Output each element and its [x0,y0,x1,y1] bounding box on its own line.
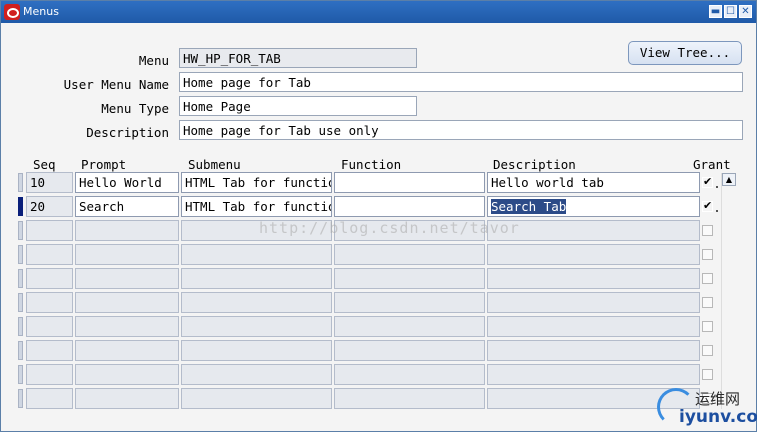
menu-field[interactable]: HW_HP_FOR_TAB [179,48,417,68]
description-label: Description [86,125,169,140]
function-cell[interactable] [334,340,485,361]
prompt-cell[interactable] [75,292,179,313]
grant-checkbox[interactable] [702,321,713,332]
row-indicator[interactable] [18,293,23,312]
prompt-cell[interactable] [75,388,179,409]
grant-checkbox[interactable] [702,345,713,356]
grant-dot [716,186,718,188]
site-logo: 运维网 iyunv.com [651,384,757,430]
view-tree-button[interactable]: View Tree... [628,41,742,65]
prompt-cell[interactable] [75,340,179,361]
seq-cell[interactable] [26,340,73,361]
seq-cell[interactable] [26,292,73,313]
watermark-text: http://blog.csdn.net/tavor [259,219,520,237]
oracle-logo-icon [4,4,20,20]
function-cell[interactable] [334,196,485,217]
menu-label: Menu [138,53,169,68]
prompt-cell[interactable]: Hello World [75,172,179,193]
col-header-prompt: Prompt [81,157,127,172]
close-button[interactable]: ✕ [739,5,752,18]
grant-dot [716,210,718,212]
grant-checkbox[interactable] [702,249,713,260]
col-header-description: Description [493,157,576,172]
function-cell[interactable] [334,316,485,337]
description-cell[interactable] [487,340,700,361]
seq-cell[interactable] [26,268,73,289]
submenu-cell[interactable]: HTML Tab for function [181,172,332,193]
grid-scrollbar[interactable]: ▲ [721,173,736,409]
submenu-cell[interactable] [181,268,332,289]
menus-window: Menus ▬ ☐ ✕ Menu HW_HP_FOR_TAB User Menu… [0,0,757,432]
seq-cell[interactable] [26,316,73,337]
menu-type-field[interactable]: Home Page [179,96,417,116]
function-cell[interactable] [334,364,485,385]
submenu-cell[interactable] [181,340,332,361]
row-indicator-active[interactable] [18,197,23,216]
function-cell[interactable] [334,268,485,289]
grant-checkbox[interactable] [702,175,713,188]
description-field[interactable]: Home page for Tab use only [179,120,743,140]
seq-cell[interactable]: 20 [26,196,73,217]
function-cell[interactable] [334,172,485,193]
grant-checkbox[interactable] [702,369,713,380]
seq-cell[interactable] [26,220,73,241]
description-cell[interactable] [487,364,700,385]
row-indicator[interactable] [18,221,23,240]
user-menu-name-label: User Menu Name [63,77,169,92]
grant-checkbox[interactable] [702,297,713,308]
submenu-cell[interactable] [181,316,332,337]
row-indicator[interactable] [18,341,23,360]
prompt-cell[interactable] [75,316,179,337]
maximize-button[interactable]: ☐ [724,5,737,18]
seq-cell[interactable]: 10 [26,172,73,193]
description-cell[interactable] [487,268,700,289]
grant-checkbox[interactable] [702,199,713,212]
row-indicator[interactable] [18,317,23,336]
row-indicator[interactable] [18,365,23,384]
row-indicator[interactable] [18,245,23,264]
description-cell[interactable] [487,244,700,265]
description-cell[interactable] [487,292,700,313]
selected-text: Search Tab [491,199,567,214]
user-menu-name-field[interactable]: Home page for Tab [179,72,743,92]
seq-cell[interactable] [26,364,73,385]
minimize-button[interactable]: ▬ [709,5,722,18]
col-header-function: Function [341,157,402,172]
prompt-cell[interactable] [75,268,179,289]
row-indicator[interactable] [18,269,23,288]
col-header-grant: Grant [693,157,731,172]
function-cell[interactable] [334,292,485,313]
grant-checkbox[interactable] [702,273,713,284]
scroll-up-arrow-icon[interactable]: ▲ [722,173,736,186]
description-cell[interactable] [487,316,700,337]
row-indicator[interactable] [18,389,23,408]
col-header-submenu: Submenu [188,157,241,172]
window-title: Menus [23,5,59,18]
grant-checkbox[interactable] [702,225,713,236]
submenu-cell[interactable] [181,292,332,313]
function-cell[interactable] [334,388,485,409]
row-indicator[interactable] [18,173,23,192]
description-cell[interactable]: Hello world tab [487,172,700,193]
description-cell-active[interactable]: Search Tab [487,196,700,217]
seq-cell[interactable] [26,244,73,265]
site-logo-en: iyunv.com [679,407,757,427]
submenu-cell[interactable] [181,244,332,265]
prompt-cell[interactable]: Search [75,196,179,217]
col-header-seq: Seq [33,157,56,172]
title-bar: Menus ▬ ☐ ✕ [1,1,756,23]
function-cell[interactable] [334,244,485,265]
prompt-cell[interactable] [75,220,179,241]
prompt-cell[interactable] [75,244,179,265]
site-logo-cn: 运维网 [695,390,741,408]
submenu-cell[interactable]: HTML Tab for function [181,196,332,217]
seq-cell[interactable] [26,388,73,409]
submenu-cell[interactable] [181,388,332,409]
submenu-cell[interactable] [181,364,332,385]
menu-type-label: Menu Type [101,101,169,116]
prompt-cell[interactable] [75,364,179,385]
